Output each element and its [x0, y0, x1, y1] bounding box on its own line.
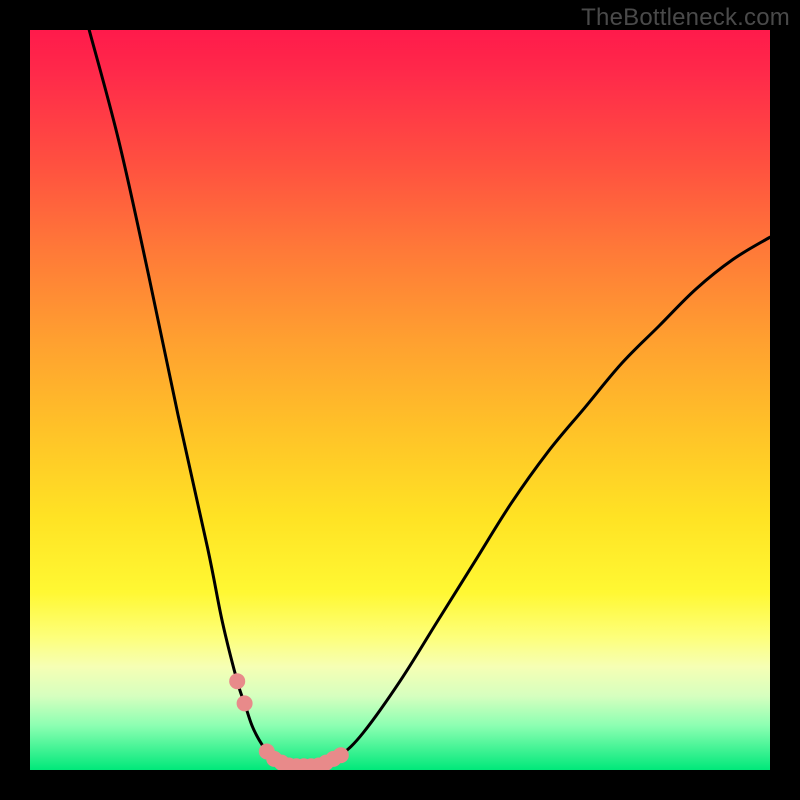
- marker-point: [237, 695, 253, 711]
- series-left-branch: [89, 30, 281, 763]
- marker-point: [333, 747, 349, 763]
- curve-layer: [30, 30, 770, 770]
- plot-area: [30, 30, 770, 770]
- marker-point: [229, 673, 245, 689]
- chart-frame: TheBottleneck.com: [0, 0, 800, 800]
- line-series: [89, 30, 770, 766]
- series-right-branch: [326, 237, 770, 762]
- marker-series: [229, 673, 349, 770]
- watermark-text: TheBottleneck.com: [581, 4, 790, 32]
